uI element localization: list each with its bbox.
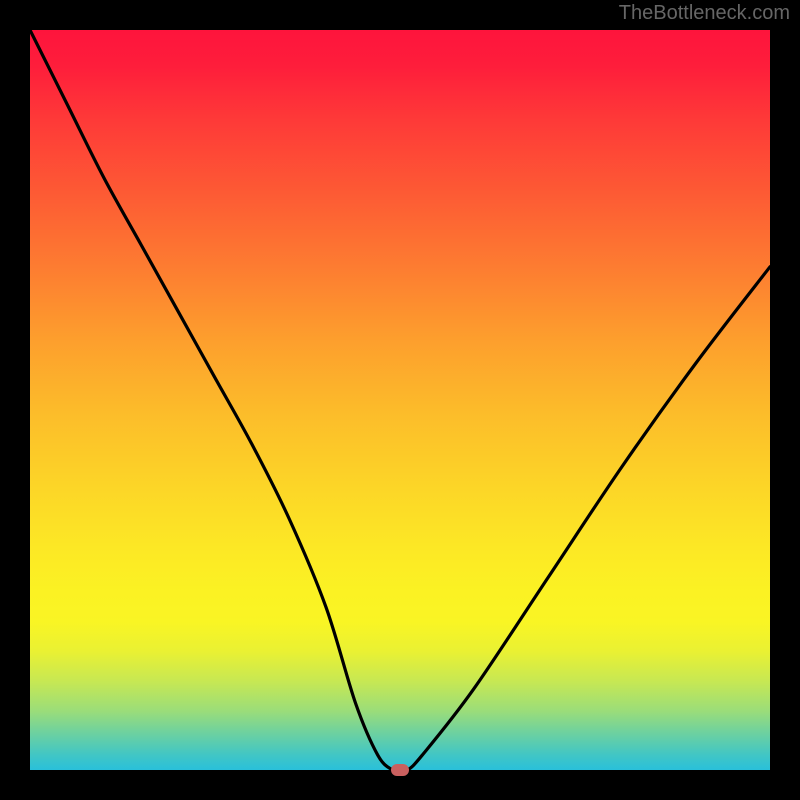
curve-svg <box>30 30 770 770</box>
bottleneck-curve <box>30 30 770 770</box>
watermark-text: TheBottleneck.com <box>619 2 790 25</box>
optimal-point-marker <box>391 764 409 776</box>
chart-plot-area <box>30 30 770 770</box>
